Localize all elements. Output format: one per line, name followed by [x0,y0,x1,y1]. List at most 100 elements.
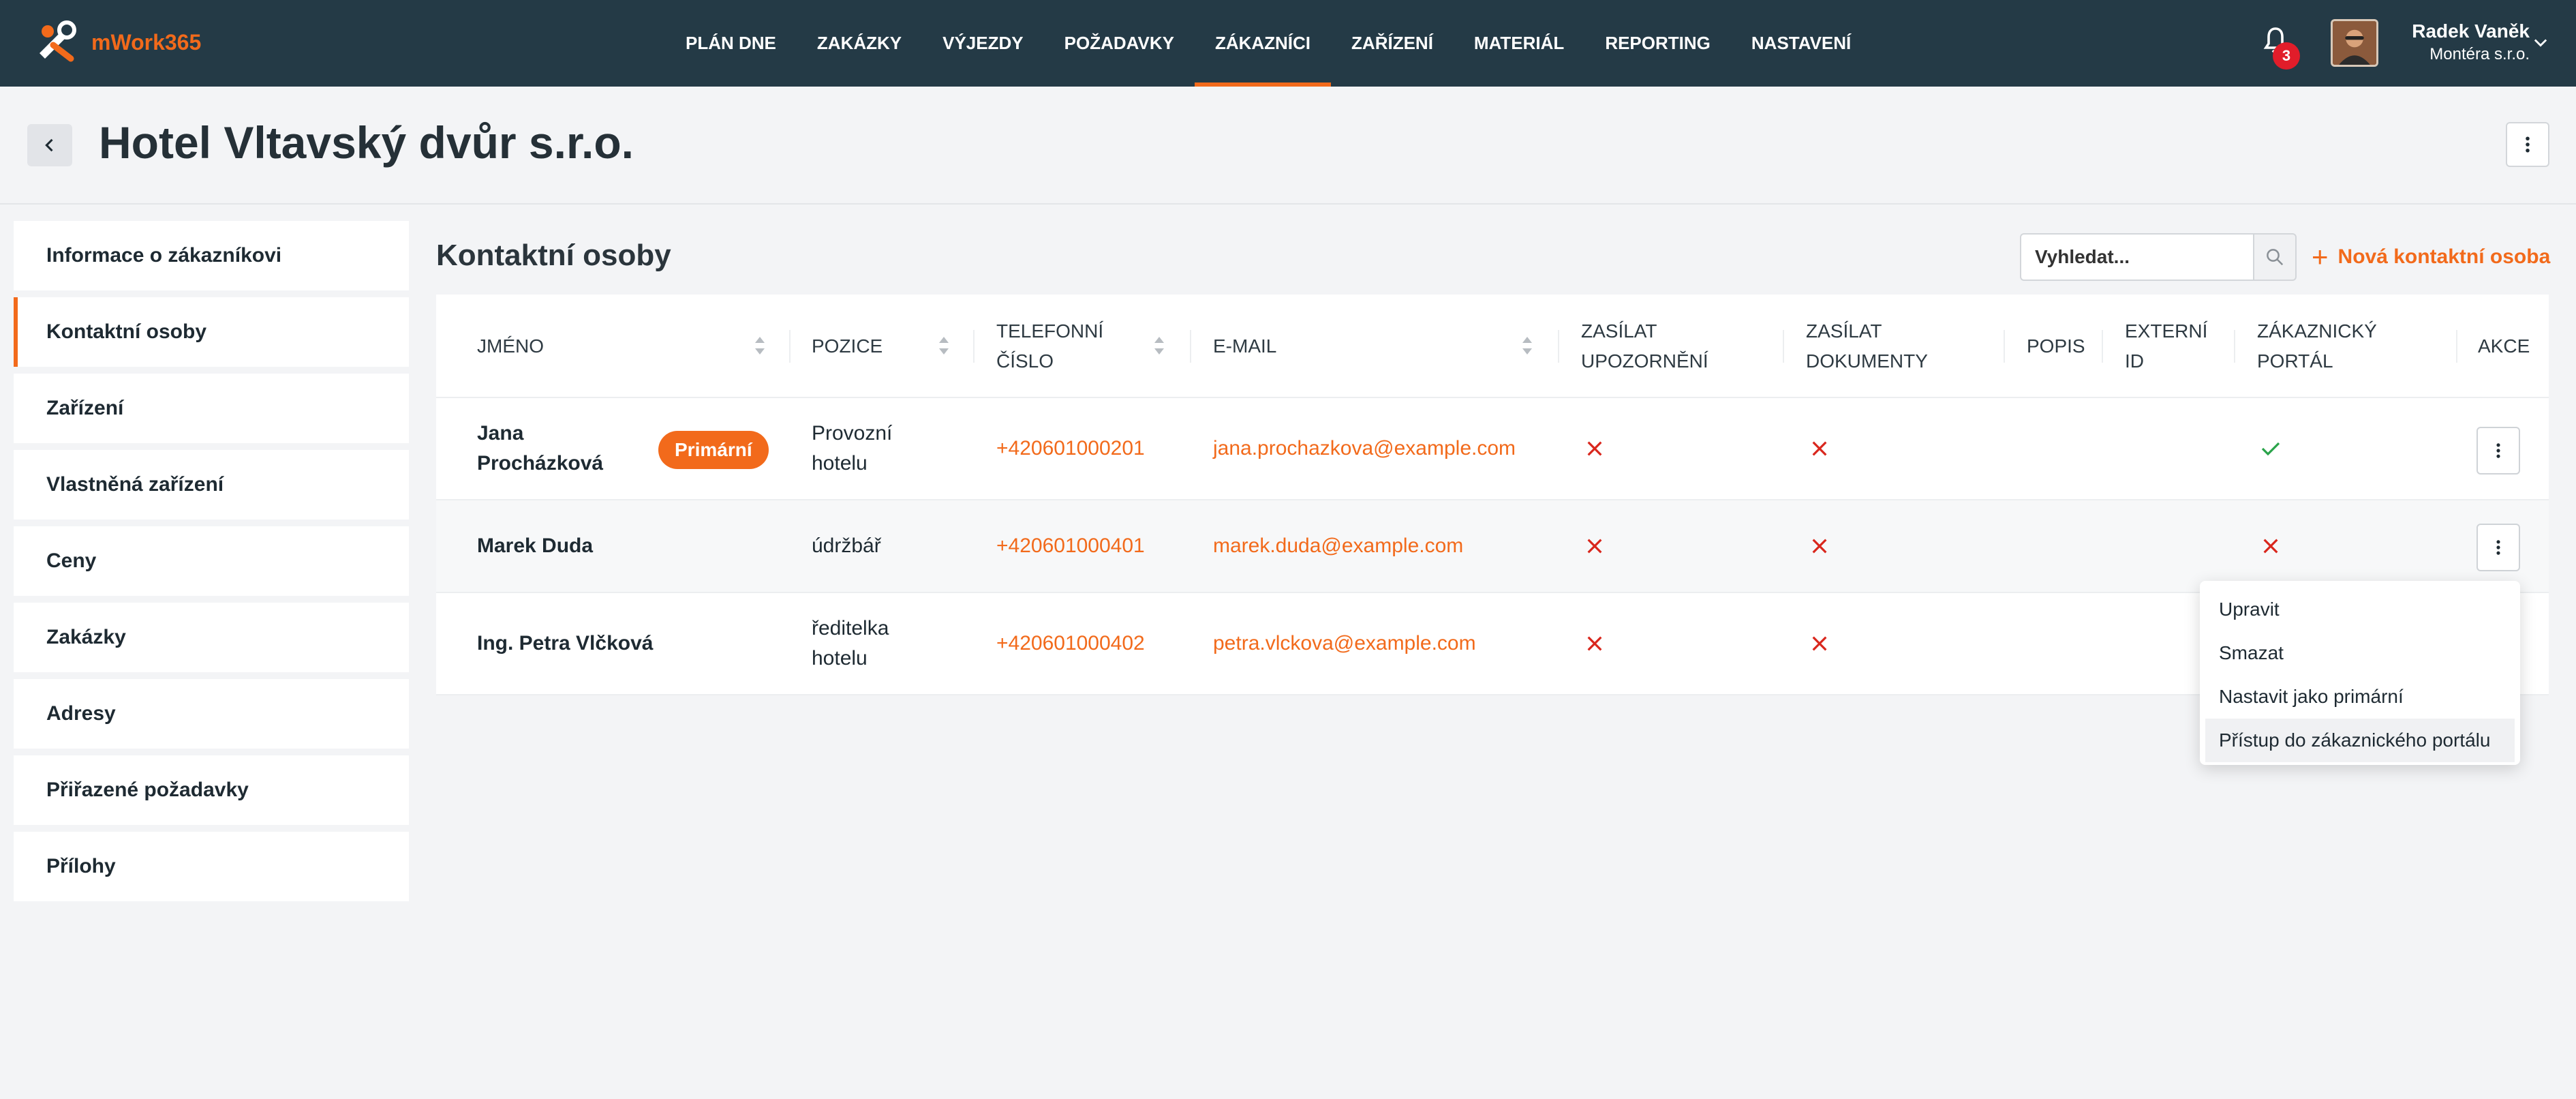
user-photo [2333,21,2376,65]
sidebar-item-orders[interactable]: Zakázky [14,603,409,672]
nav-item-plan-dne[interactable]: PLÁN DNE [665,0,797,87]
table-header: JMÉNO POZICE TELEFONNÍ ČÍSLO E-MAIL ZASÍL… [436,295,2549,398]
notify-status [1584,500,1606,592]
search-input[interactable] [2020,233,2253,281]
column-header-external-id: EXTERNÍ ID [2125,320,2208,372]
nav-item-zarizeni[interactable]: ZAŘÍZENÍ [1331,0,1454,87]
more-vertical-icon [2526,136,2530,153]
nav-item-nastaveni[interactable]: NASTAVENÍ [1731,0,1871,87]
sort-icon[interactable] [754,335,766,356]
portal-status [2260,398,2282,499]
row-actions-menu: Upravit Smazat Nastavit jako primární Př… [2200,581,2520,765]
portal-status [2260,500,2282,592]
column-header-portal: ZÁKAZNICKÝ PORTÁL [2257,320,2377,372]
sidebar-item-addresses[interactable]: Adresy [14,679,409,749]
section-title: Kontaktní osoby [436,239,671,272]
contact-name[interactable]: Ing. Petra Vlčková [477,593,653,694]
nav-item-pozadavky[interactable]: POŽADAVKY [1044,0,1195,87]
cross-icon [1812,539,1827,554]
menu-item-set-primary[interactable]: Nastavit jako primární [2200,675,2520,719]
column-header-email[interactable]: E-MAIL [1213,295,1276,398]
back-button[interactable] [27,124,72,166]
contact-email-link[interactable]: marek.duda@example.com [1213,500,1463,592]
cross-icon [1812,441,1827,456]
cross-icon [1587,539,1602,554]
notify-status [1584,398,1606,499]
cross-icon [2263,539,2278,554]
page-more-button[interactable] [2506,122,2549,167]
contact-email-link[interactable]: petra.vlckova@example.com [1213,593,1476,694]
sort-icon[interactable] [938,335,950,356]
menu-item-portal-access[interactable]: Přístup do zákaznického portálu [2205,719,2515,762]
contact-name[interactable]: Marek Duda [477,500,593,592]
page-header: Hotel Vltavský dvůr s.r.o. [0,87,2576,205]
column-header-notifications: ZASÍLAT UPOZORNĚNÍ [1581,320,1708,372]
main-nav: PLÁN DNE ZAKÁZKY VÝJEZDY POŽADAVKY ZÁKAZ… [665,0,1871,87]
top-navbar: mWork365 PLÁN DNE ZAKÁZKY VÝJEZDY POŽADA… [0,0,2576,87]
nav-item-material[interactable]: MATERIÁL [1454,0,1584,87]
table-row: Marek Duda údržbář +420601000401 marek.d… [436,500,2549,593]
notifications-button[interactable]: 3 [2259,25,2300,70]
user-menu[interactable]: Radek Vaněk Montéra s.r.o. [2393,20,2530,64]
table-row: Jana Procházková Primární Provozní hotelu … [436,398,2549,500]
search-box [2020,233,2297,281]
contact-name[interactable]: Jana Procházková [477,398,603,499]
contact-position: Provozní hotelu [812,422,893,475]
avatar[interactable] [2331,19,2378,67]
search-button[interactable] [2253,233,2297,281]
check-icon [2261,442,2280,456]
sidebar-item-contacts[interactable]: Kontaktní osoby [14,297,409,367]
contact-phone-link[interactable]: +420601000201 [996,398,1145,499]
column-header-documents: ZASÍLAT DOKUMENTY [1806,320,1928,372]
nav-item-reporting[interactable]: REPORTING [1584,0,1731,87]
sidebar-item-assigned-requests[interactable]: Přiřazené požadavky [14,755,409,825]
primary-badge: Primární [658,431,769,469]
new-contact-button[interactable]: + Nová kontaktní osoba [2312,243,2550,271]
more-vertical-icon [2496,540,2500,555]
sidebar-item-customer-info[interactable]: Informace o zákazníkovi [14,221,409,290]
page-title: Hotel Vltavský dvůr s.r.o. [99,117,634,168]
contact-phone-link[interactable]: +420601000401 [996,500,1145,592]
nav-item-zakazky[interactable]: ZAKÁZKY [797,0,922,87]
nav-item-vyjezdy[interactable]: VÝJEZDY [922,0,1044,87]
sidebar-item-attachments[interactable]: Přílohy [14,832,409,901]
column-header-actions: AKCE [2478,335,2530,357]
user-name: Radek Vaněk [2412,20,2530,42]
user-company: Montéra s.r.o. [2429,45,2530,63]
notification-count-badge: 3 [2273,42,2300,70]
row-actions-button[interactable] [2477,524,2520,571]
search-icon [2267,249,2284,266]
menu-item-delete[interactable]: Smazat [2200,631,2520,675]
sidebar-item-owned-equipment[interactable]: Vlastněná zařízení [14,450,409,520]
cross-icon [1587,636,1602,651]
docs-status [1809,593,1830,694]
sidebar-item-equipment[interactable]: Zařízení [14,374,409,443]
new-contact-label: Nová kontaktní osoba [2337,245,2551,268]
docs-status [1809,398,1830,499]
sort-icon[interactable] [1153,335,1165,356]
row-actions-button[interactable] [2477,427,2520,475]
chevron-left-icon [45,138,53,152]
column-header-name[interactable]: JMÉNO [477,295,544,398]
more-vertical-icon [2496,443,2500,458]
sort-icon[interactable] [1521,335,1533,356]
app-logo[interactable]: mWork365 [33,18,201,67]
nav-item-zakaznici[interactable]: ZÁKAZNÍCI [1194,0,1332,87]
contact-position: údržbář [812,535,881,557]
contact-phone-link[interactable]: +420601000402 [996,593,1145,694]
app-name: mWork365 [91,29,202,55]
docs-status [1809,500,1830,592]
notify-status [1584,593,1606,694]
cross-icon [1587,441,1602,456]
column-header-position[interactable]: POZICE [812,295,883,398]
contact-email-link[interactable]: jana.prochazkova@example.com [1213,398,1516,499]
customer-sidebar: Informace o zákazníkovi Kontaktní osoby … [14,221,409,908]
chevron-down-icon[interactable] [2531,33,2550,52]
column-header-phone[interactable]: TELEFONNÍ ČÍSLO [996,295,1103,398]
plus-icon: + [2312,241,2329,273]
sidebar-item-prices[interactable]: Ceny [14,526,409,596]
tools-logo-icon [40,20,76,62]
contact-position: ředitelka hotelu [812,617,889,669]
menu-item-edit[interactable]: Upravit [2200,588,2520,631]
column-header-description: POPIS [2027,335,2085,357]
